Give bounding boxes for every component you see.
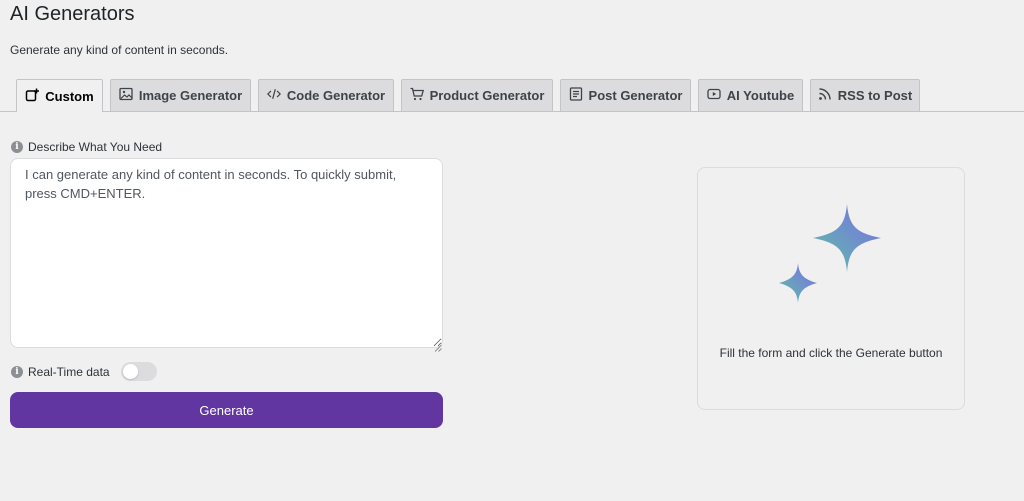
result-panel: Fill the form and click the Generate but… xyxy=(697,167,965,410)
custom-icon xyxy=(25,88,40,105)
tab-rss-to-post[interactable]: RSS to Post xyxy=(810,79,920,111)
generate-button[interactable]: Generate xyxy=(10,392,443,428)
page-title: AI Generators xyxy=(10,3,135,25)
info-icon: i xyxy=(11,365,23,378)
image-icon xyxy=(119,87,133,104)
post-icon xyxy=(569,87,583,104)
code-icon xyxy=(266,87,281,104)
tab-product-generator[interactable]: Product Generator xyxy=(401,79,553,111)
realtime-label: Real-Time data xyxy=(28,364,110,379)
tab-post-generator[interactable]: Post Generator xyxy=(560,79,691,111)
prompt-label: i Describe What You Need xyxy=(11,140,162,154)
prompt-textarea[interactable] xyxy=(10,158,443,348)
tab-label: Product Generator xyxy=(429,88,545,103)
tab-custom[interactable]: Custom xyxy=(16,79,103,112)
realtime-toggle[interactable] xyxy=(120,362,157,381)
prompt-label-text: Describe What You Need xyxy=(28,140,163,154)
page-subtitle: Generate any kind of content in seconds. xyxy=(10,43,229,57)
result-hint: Fill the form and click the Generate but… xyxy=(719,346,943,360)
sparkles-icon xyxy=(778,204,884,306)
tab-label: Custom xyxy=(45,88,94,104)
generator-tabs: Custom Image Generator Code Generator Pr… xyxy=(0,79,1024,112)
info-icon: i xyxy=(11,141,23,153)
tab-image-generator[interactable]: Image Generator xyxy=(110,79,251,111)
tab-label: Post Generator xyxy=(588,88,683,103)
cart-icon xyxy=(410,87,424,104)
tab-label: Image Generator xyxy=(138,88,243,103)
tab-label: AI Youtube xyxy=(726,88,795,103)
realtime-row: i Real-Time data xyxy=(11,362,157,381)
rss-icon xyxy=(818,87,832,104)
youtube-icon xyxy=(707,87,721,104)
resize-handle-icon[interactable] xyxy=(434,339,442,352)
tab-label: RSS to Post xyxy=(837,88,913,103)
tab-code-generator[interactable]: Code Generator xyxy=(258,79,394,111)
tab-label: Code Generator xyxy=(286,88,386,103)
toggle-knob xyxy=(122,364,138,379)
tab-ai-youtube[interactable]: AI Youtube xyxy=(698,79,803,111)
